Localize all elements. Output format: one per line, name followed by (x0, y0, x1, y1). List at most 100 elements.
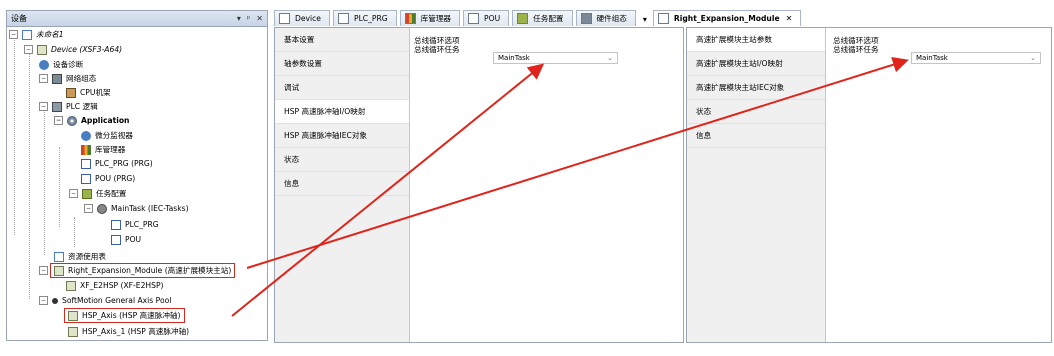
axis-pool-icon (52, 297, 58, 304)
collapse-icon[interactable]: − (39, 266, 48, 275)
nav-debug[interactable]: 调试 (275, 76, 409, 100)
collapse-icon[interactable]: − (39, 296, 48, 305)
task-config-icon (517, 13, 529, 24)
tree-node-project[interactable]: − 未命名1 (9, 28, 64, 41)
tab-label: PLC_PRG (353, 14, 388, 23)
nav-module-info[interactable]: 信息 (687, 124, 825, 148)
tree-node-library-manager[interactable]: 库管理器 (81, 143, 125, 156)
module-editor-nav: 高速扩展模块主站参数 高速扩展模块主站I/O映射 高速扩展模块主站IEC对象 状… (687, 28, 826, 342)
tree-node-label: HSP_Axis (HSP 高速脉冲轴) (82, 311, 181, 320)
editor-tab-strip: Device PLC_PRG 库管理器 POU 任务配置 硬件组态 ▾ Righ… (274, 10, 804, 26)
chevron-down-icon: ⌄ (1030, 54, 1036, 62)
tree-node-task-pou[interactable]: POU (111, 233, 141, 246)
tree-node-label: 资源使用表 (68, 252, 106, 261)
tab-task-config[interactable]: 任务配置 (512, 10, 573, 26)
tree-node-resource-usage[interactable]: 资源使用表 (54, 250, 106, 263)
tree-node-hsp-axis-1[interactable]: HSP_Axis_1 (HSP 高速脉冲轴) (68, 325, 189, 338)
tree-node-label: POU (PRG) (95, 174, 136, 183)
device-panel-title: 设备 (11, 14, 27, 23)
tree-node-xf-e2hsp[interactable]: XF_E2HSP (XF-E2HSP) (66, 279, 164, 292)
section-title: 总线循环选项 (414, 36, 460, 45)
tree-node-label: XF_E2HSP (XF-E2HSP) (80, 281, 164, 290)
collapse-icon[interactable]: − (24, 45, 33, 54)
tab-close-icon[interactable]: ✕ (786, 14, 793, 23)
tab-label: POU (484, 14, 501, 23)
tree-node-label: 设备诊断 (53, 60, 84, 69)
nav-status[interactable]: 状态 (275, 148, 409, 172)
nav-info[interactable]: 信息 (275, 172, 409, 196)
tree-node-right-expansion-module[interactable]: − Right_Expansion_Module (高速扩展模块主站) (39, 263, 236, 278)
tree-node-label: HSP_Axis_1 (HSP 高速脉冲轴) (82, 327, 190, 336)
tree-node-plc-prg[interactable]: PLC_PRG (PRG) (81, 157, 153, 170)
device-panel-titlebar: 设备 ▾ ᵖ ✕ (7, 11, 267, 27)
tree-node-label: 微分监视器 (95, 131, 133, 140)
nav-module-params[interactable]: 高速扩展模块主站参数 (687, 28, 825, 52)
tab-label: 任务配置 (533, 14, 564, 23)
tree-node-label: PLC_PRG (PRG) (95, 159, 153, 168)
tab-hardware-config[interactable]: 硬件组态 (575, 10, 636, 26)
nav-basic-settings[interactable]: 基本设置 (275, 28, 409, 52)
tree-node-label: 网络组态 (66, 74, 97, 83)
collapse-icon[interactable]: − (39, 102, 48, 111)
tab-label: Device (295, 14, 321, 23)
collapse-icon[interactable]: − (39, 74, 48, 83)
tab-library-manager[interactable]: 库管理器 (399, 10, 461, 26)
tree-node-task-plc-prg[interactable]: PLC_PRG (111, 218, 159, 231)
bus-cycle-task-select[interactable]: MainTask ⌄ (493, 52, 618, 64)
tree-node-label: PLC_PRG (125, 220, 159, 229)
program-call-icon (111, 219, 121, 230)
axis-icon (68, 310, 78, 321)
module-editor: 高速扩展模块主站参数 高速扩展模块主站I/O映射 高速扩展模块主站IEC对象 状… (686, 27, 1052, 343)
tree-node-application[interactable]: − Application (54, 114, 129, 127)
tree-node-device-diagnosis[interactable]: 设备诊断 (39, 58, 83, 71)
tab-right-expansion-module[interactable]: Right_Expansion_Module ✕ (652, 10, 802, 26)
tree-node-pou[interactable]: POU (PRG) (81, 172, 135, 185)
tab-overflow-chevron-icon[interactable]: ▾ (643, 15, 647, 24)
module-icon (66, 280, 76, 291)
diagnosis-icon (39, 59, 49, 70)
nav-iec-objects[interactable]: HSP 高速脉冲轴IEC对象 (275, 124, 409, 148)
collapse-icon[interactable]: − (9, 30, 18, 39)
collapse-icon[interactable]: − (84, 204, 93, 213)
bus-cycle-task-label: 总线循环任务 (414, 45, 460, 54)
panel-dropdown-icon[interactable]: ▾ (237, 14, 241, 23)
tree-node-maintask[interactable]: − MainTask (IEC-Tasks) (84, 202, 189, 215)
tree-node-device[interactable]: − Device (XSF3-A64) (24, 43, 122, 56)
section-title: 总线循环选项 (833, 36, 879, 45)
monitor-icon (81, 130, 91, 141)
pou-icon (468, 13, 480, 24)
collapse-icon[interactable]: − (69, 189, 78, 198)
gear-icon (97, 203, 107, 214)
tree-node-plc-logic[interactable]: − PLC 逻辑 (39, 100, 98, 113)
nav-module-iec-objects[interactable]: 高速扩展模块主站IEC对象 (687, 76, 825, 100)
tree-node-diff-monitor[interactable]: 微分监视器 (81, 129, 133, 142)
tree-node-task-config[interactable]: − 任务配置 (69, 187, 126, 200)
nav-module-status[interactable]: 状态 (687, 100, 825, 124)
tab-plc-prg[interactable]: PLC_PRG (332, 10, 397, 26)
nav-module-io-mapping[interactable]: 高速扩展模块主站I/O映射 (687, 52, 825, 76)
library-icon (404, 13, 416, 24)
application-icon (67, 115, 77, 126)
panel-close-icon[interactable]: ✕ (256, 14, 263, 23)
project-icon (22, 29, 32, 40)
tree-node-hsp-axis[interactable]: HSP_Axis (HSP 高速脉冲轴) (64, 308, 185, 323)
nav-axis-params[interactable]: 轴参数设置 (275, 52, 409, 76)
device-tree-panel: 设备 ▾ ᵖ ✕ − 未命名1 − Device (XSF3-A64) 设备诊断… (6, 10, 268, 341)
tree-node-label: 库管理器 (95, 145, 126, 154)
nav-io-mapping[interactable]: HSP 高速脉冲轴I/O映射 (275, 100, 409, 124)
tab-pou[interactable]: POU (463, 10, 510, 26)
axis-icon (68, 326, 78, 337)
collapse-icon[interactable]: − (54, 116, 63, 125)
tree-node-cpu-rack[interactable]: CPU机架 (66, 86, 111, 99)
tree-node-label: 未命名1 (36, 30, 64, 39)
panel-pin-icon[interactable]: ᵖ (247, 14, 250, 23)
select-value: MainTask (916, 54, 948, 62)
tree-node-label: Application (81, 116, 130, 125)
tab-device[interactable]: Device (274, 10, 330, 26)
module-bus-cycle-task-select[interactable]: MainTask ⌄ (911, 52, 1041, 64)
tree-node-network-config[interactable]: − 网络组态 (39, 72, 96, 85)
device-icon (279, 13, 290, 24)
axis-editor: 基本设置 轴参数设置 调试 HSP 高速脉冲轴I/O映射 HSP 高速脉冲轴IE… (274, 27, 684, 343)
tree-node-axis-pool[interactable]: − SoftMotion General Axis Pool (39, 294, 171, 307)
tab-label: Right_Expansion_Module (673, 14, 780, 23)
